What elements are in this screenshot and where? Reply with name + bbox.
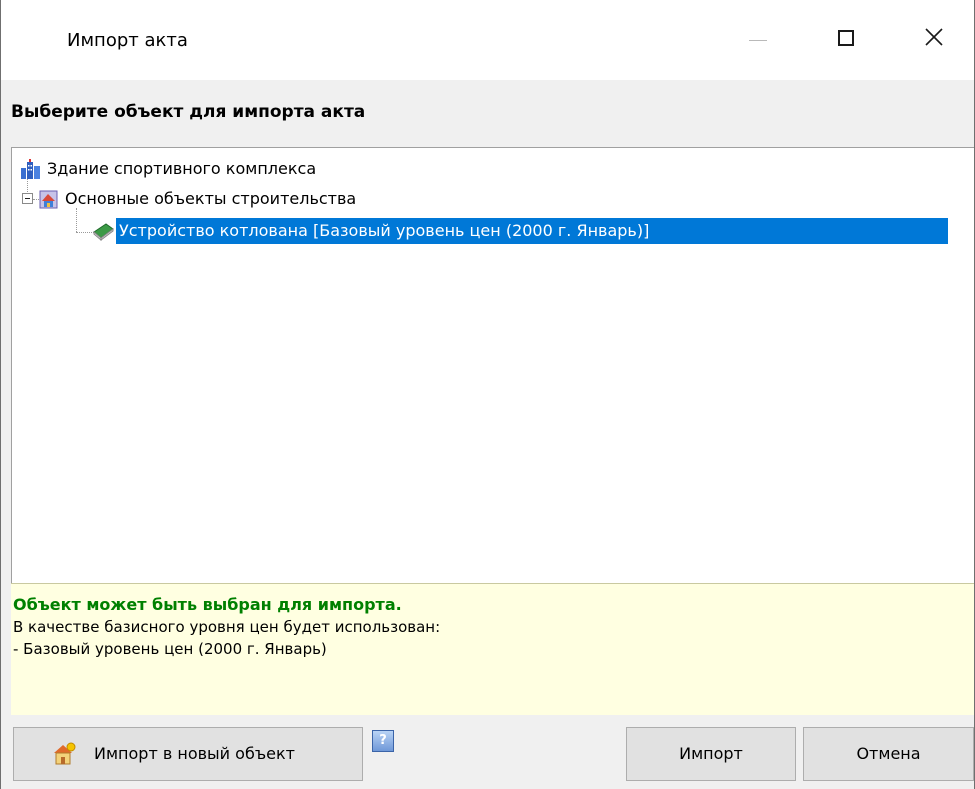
cancel-button[interactable]: Отмена — [803, 727, 974, 781]
dialog-heading: Выберите объект для импорта акта — [11, 102, 366, 122]
import-new-object-button[interactable]: Импорт в новый объект — [13, 727, 363, 781]
title-bar: Импорт акта — [1, 0, 974, 80]
tree-item-label: Здание спортивного комплекса — [47, 159, 317, 178]
tree-item-label: Основные объекты строительства — [65, 189, 357, 208]
tree-item-label: Устройство котлована [Базовый уровень це… — [116, 218, 948, 244]
book-icon — [93, 223, 114, 241]
object-tree[interactable]: Здание спортивного комплекса Основные об… — [11, 147, 974, 583]
close-icon — [925, 28, 943, 46]
help-icon: ? — [379, 733, 387, 748]
close-button[interactable] — [899, 0, 975, 80]
maximize-button[interactable] — [811, 0, 887, 80]
maximize-icon — [838, 30, 854, 46]
minimize-icon — [749, 40, 767, 41]
minimize-button[interactable] — [721, 0, 797, 80]
collapse-toggle[interactable] — [22, 193, 33, 204]
building-icon — [21, 159, 40, 179]
new-object-icon — [54, 742, 76, 765]
import-act-dialog: Импорт акта Выберите объект для импорта … — [0, 0, 975, 789]
import-new-object-label: Импорт в новый объект — [94, 744, 295, 763]
info-panel: Объект может быть выбран для импорта. В … — [11, 583, 974, 715]
info-line: - Базовый уровень цен (2000 г. Январь) — [13, 640, 327, 658]
info-line: В качестве базисного уровня цен будет ис… — [13, 618, 441, 636]
status-message: Объект может быть выбран для импорта. — [13, 595, 402, 614]
help-button[interactable]: ? — [372, 730, 394, 752]
construction-object-icon — [39, 190, 58, 209]
window-title: Импорт акта — [67, 30, 188, 51]
import-button[interactable]: Импорт — [626, 727, 796, 781]
